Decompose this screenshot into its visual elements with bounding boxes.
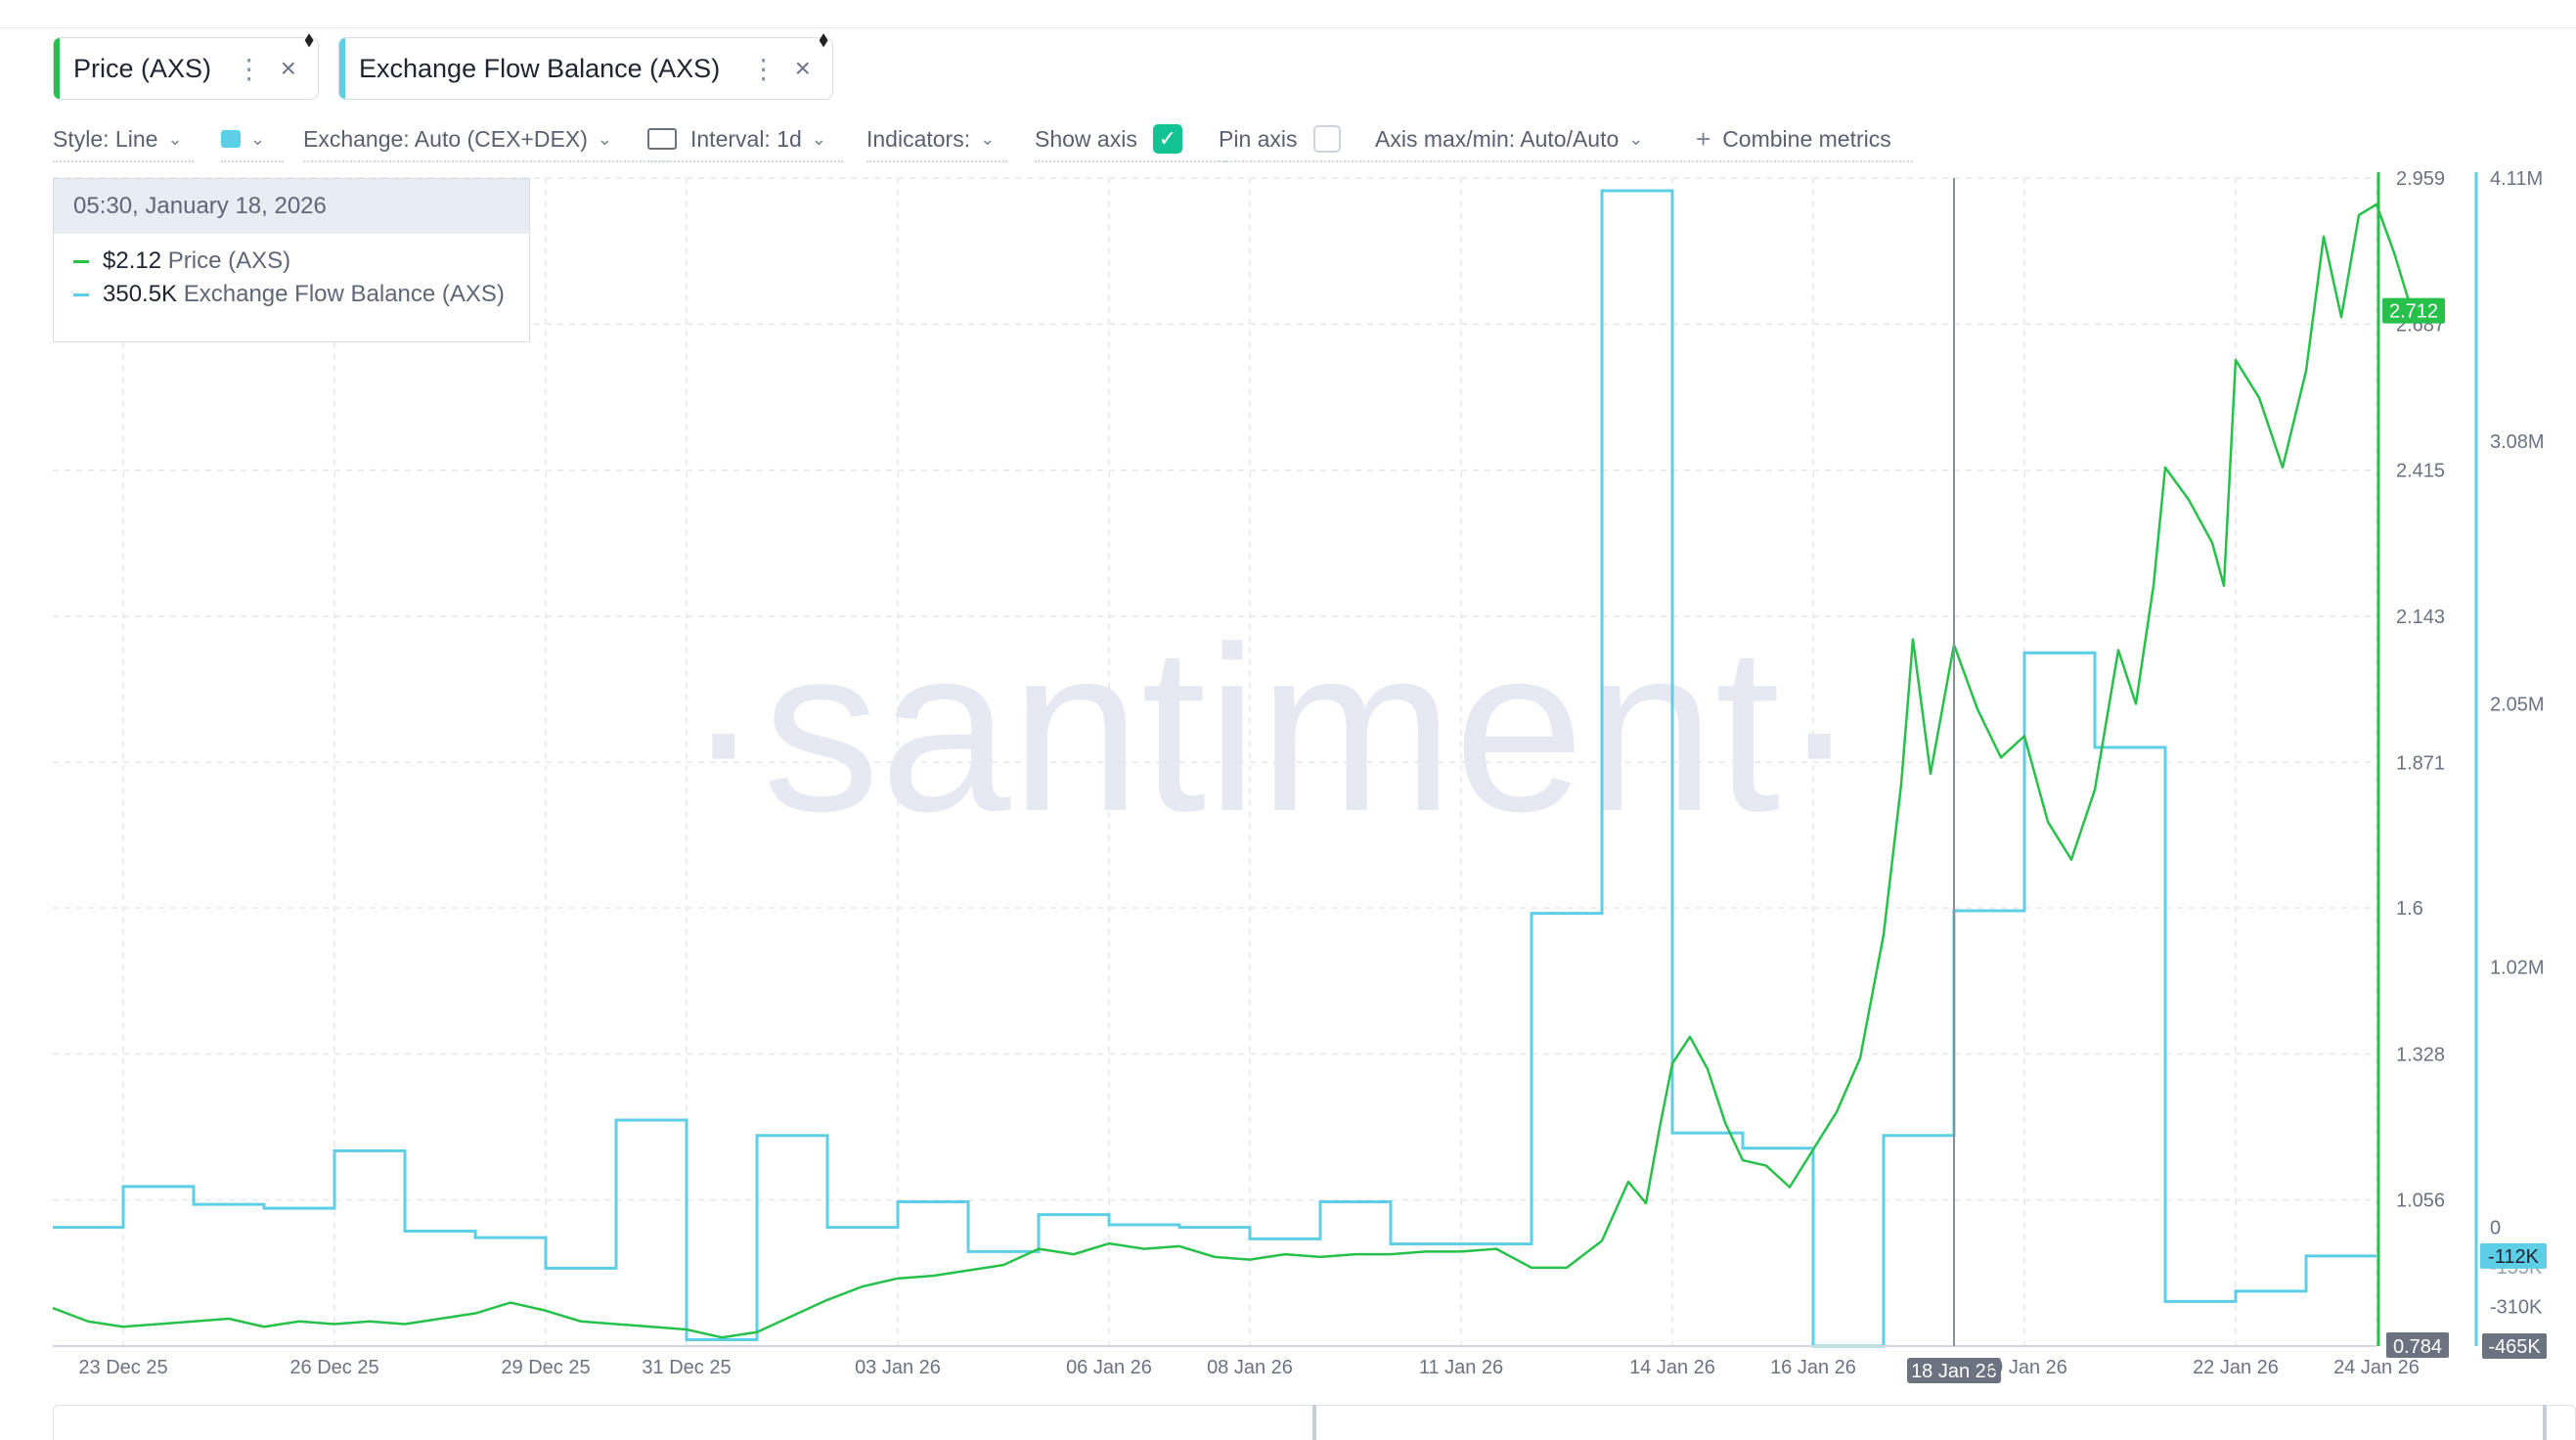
tooltip-price-label: Price (AXS): [167, 248, 291, 274]
tooltip-row-flow: 350.5K Exchange Flow Balance (AXS): [54, 281, 529, 308]
flow-axis-tick-label: 2.05M: [2490, 695, 2545, 716]
price-axis-tick-label: 2.959: [2396, 168, 2445, 190]
tooltip-flow-value: 350.5K: [103, 281, 178, 307]
x-tick-label: 29 Dec 25: [501, 1357, 590, 1378]
flow-axis-tick-label: 0: [2490, 1218, 2501, 1239]
flow-axis-tick-label: 4.11M: [2490, 168, 2543, 190]
price-axis-tick-label: 2.415: [2396, 461, 2445, 482]
legend-swatch: [73, 293, 89, 297]
hover-tooltip: 05:30, January 18, 2026 $2.12 Price (AXS…: [53, 178, 530, 342]
x-tick-label: 23 Dec 25: [78, 1357, 167, 1378]
range-handle-right[interactable]: [2543, 1405, 2547, 1440]
x-tick-label: 26 Dec 25: [289, 1357, 378, 1378]
x-tick-label: 08 Jan 26: [1207, 1357, 1293, 1378]
x-tick-label: 14 Jan 26: [1629, 1357, 1715, 1378]
watermark: ·santiment·: [685, 598, 1858, 860]
flow-axis-tick-label: 3.08M: [2490, 431, 2545, 453]
flow-axis-tick-label: 1.02M: [2490, 957, 2545, 978]
x-tick-label: 16 Jan 26: [1770, 1357, 1856, 1378]
price-axis-tick-label: 1.871: [2396, 752, 2445, 774]
tooltip-row-price: $2.12 Price (AXS): [54, 248, 529, 275]
price-axis-tick-label: 1.6: [2396, 898, 2423, 920]
x-tick-label: 22 Jan 26: [2193, 1357, 2279, 1378]
flow-axis-tick-label: -310K: [2490, 1297, 2543, 1319]
range-handle-left[interactable]: [1312, 1405, 1316, 1440]
price-axis-tick-label: 1.056: [2396, 1191, 2445, 1212]
price-axis-tick-label: 0.784: [2393, 1336, 2442, 1358]
tooltip-flow-label: Exchange Flow Balance (AXS): [183, 281, 505, 307]
x-tick-label: 11 Jan 26: [1419, 1357, 1503, 1378]
tooltip-date: 05:30, January 18, 2026: [54, 179, 529, 234]
x-tick-label: 31 Dec 25: [642, 1357, 731, 1378]
tooltip-price-value: $2.12: [103, 248, 162, 274]
x-tick-label: 03 Jan 26: [855, 1357, 941, 1378]
legend-swatch: [73, 260, 89, 264]
x-tick-label: 19 Jan 26: [1981, 1357, 2067, 1378]
price-axis-tick-label: 2.143: [2396, 607, 2445, 628]
price-current-value: 2.712: [2389, 301, 2438, 323]
flow-axis-tick-label: -465K: [2488, 1336, 2541, 1358]
flow-current-value: -112K: [2488, 1246, 2540, 1268]
x-tick-label: 24 Jan 26: [2333, 1357, 2420, 1378]
x-tick-label: 06 Jan 26: [1066, 1357, 1152, 1378]
price-axis-tick-label: 1.328: [2396, 1044, 2445, 1065]
